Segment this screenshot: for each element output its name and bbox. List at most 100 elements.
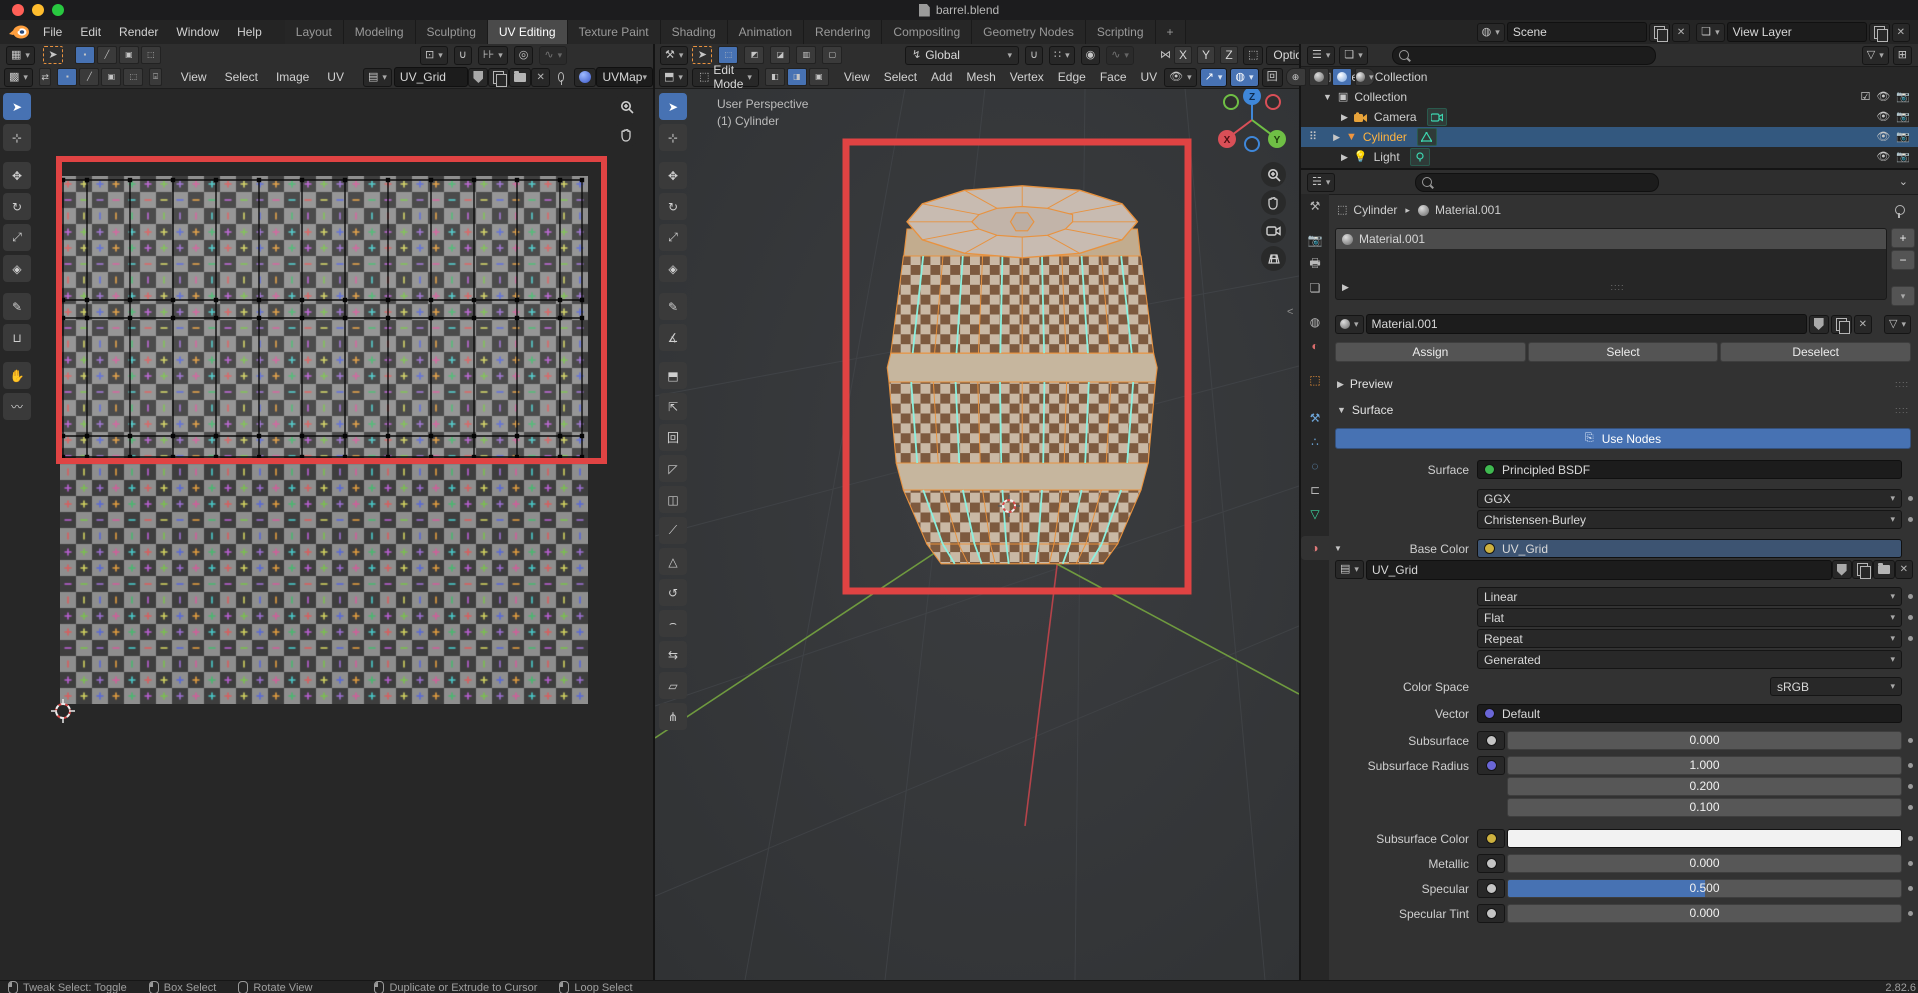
properties-tab-modifiers[interactable]: ⚒ — [1301, 406, 1329, 430]
proportional-falloff-dropdown[interactable]: ∿▾ — [1106, 46, 1134, 65]
shading-material-preview[interactable] — [1332, 68, 1352, 86]
value-slider[interactable]: 0.000 — [1507, 904, 1902, 923]
animate-dot[interactable] — [1908, 886, 1913, 891]
view3d-tool-rip[interactable]: ⋔ — [659, 703, 687, 730]
mesh-select-vertex[interactable]: ◧ — [765, 68, 785, 86]
uv-active-tool-button[interactable]: ➤ — [43, 46, 63, 64]
uv-tool-select-box[interactable]: ➤ — [3, 93, 31, 120]
select-dropdown[interactable]: Generated▾ — [1477, 650, 1902, 669]
xray-toggle[interactable]: 回 — [1262, 68, 1283, 87]
animate-dot[interactable] — [1908, 911, 1913, 916]
workspace-tab[interactable]: Compositing — [882, 20, 972, 44]
workspace-tab[interactable]: Rendering — [804, 20, 882, 44]
animate-dot[interactable] — [1908, 763, 1913, 768]
new-collection-button[interactable]: ⊞ — [1893, 46, 1912, 65]
collection-checkbox[interactable]: ☑ — [1860, 92, 1870, 103]
new-view-layer-button[interactable] — [1869, 23, 1890, 42]
assign-button[interactable]: Assign — [1335, 342, 1526, 362]
properties-tab-object[interactable]: ⬚ — [1301, 368, 1329, 392]
sidebar-collapse-arrow[interactable]: < — [1287, 306, 1293, 318]
animate-dot[interactable] — [1908, 615, 1913, 620]
disable-render-icon[interactable]: 📷 — [1896, 132, 1910, 143]
mesh-select-face[interactable]: ▣ — [809, 68, 829, 86]
snap-magnet-toggle[interactable]: ∪ — [1025, 46, 1043, 65]
view3d-tool-inset[interactable]: 回 — [659, 424, 687, 451]
properties-search-input[interactable] — [1415, 173, 1659, 192]
outliner-display-mode-dropdown[interactable]: ☰▾ — [1307, 46, 1335, 65]
socket-button[interactable] — [1477, 904, 1505, 923]
menu-item[interactable]: Render — [110, 20, 167, 44]
breadcrumb-object[interactable]: Cylinder — [1353, 203, 1397, 217]
value-field[interactable]: Principled BSDF — [1477, 460, 1902, 479]
copy-material-button[interactable] — [1831, 315, 1852, 334]
slot-list-expand[interactable]: ▶ — [1342, 283, 1349, 292]
delete-view-layer-button[interactable]: ✕ — [1892, 23, 1910, 42]
maximize-window-button[interactable] — [52, 4, 64, 16]
uvmap-icon[interactable] — [574, 68, 596, 87]
select-dropdown[interactable]: Linear▾ — [1477, 587, 1902, 606]
copy-image-button[interactable] — [1852, 560, 1873, 579]
disclosure-triangle[interactable]: ▼ — [1323, 93, 1332, 102]
properties-options-chevron[interactable]: ⌄ — [1899, 177, 1908, 188]
properties-tab-world[interactable]: ◐ — [1301, 334, 1329, 358]
viewport-menu-item[interactable]: UV — [1134, 66, 1165, 88]
mirror-z-toggle[interactable]: Z — [1220, 46, 1238, 64]
animate-dot[interactable] — [1908, 636, 1913, 641]
viewport-menu-item[interactable]: Add — [924, 66, 959, 88]
uv-zoom-button[interactable] — [614, 94, 639, 119]
unlink-material-button[interactable]: ✕ — [1854, 315, 1872, 334]
workspace-tab[interactable]: UV Editing — [488, 20, 568, 44]
select-dropdown[interactable]: GGX▾ — [1477, 489, 1902, 508]
value-slider[interactable]: 0.200 — [1507, 777, 1902, 796]
editor-divider[interactable] — [653, 44, 655, 980]
uv-2d-cursor[interactable] — [50, 698, 76, 724]
uvmap-field[interactable]: UVMap▾ — [596, 67, 653, 87]
value-slider[interactable]: 0.100 — [1507, 798, 1902, 817]
animate-dot[interactable] — [1908, 594, 1913, 599]
hide-eye-icon[interactable]: 👁 — [1876, 112, 1890, 123]
slot-specials-menu[interactable]: ▾ — [1891, 286, 1915, 306]
view3d-tool-annotate[interactable]: ✎ — [659, 293, 687, 320]
value-field[interactable]: Default — [1477, 704, 1902, 723]
socket-button[interactable] — [1477, 756, 1505, 775]
uv-tool-settings-icon[interactable]: ▦▾ — [6, 46, 35, 65]
value-slider[interactable]: 0.000 — [1507, 854, 1902, 873]
properties-tab-scene[interactable]: ◍ — [1301, 310, 1329, 334]
uv-menu-item[interactable]: Image — [267, 66, 318, 88]
view3d-tool-settings-icon[interactable]: ⚒▾ — [660, 46, 688, 65]
color-swatch[interactable] — [1507, 829, 1902, 848]
outliner-row-scene-collection[interactable]: ▣ Scene Collection — [1301, 67, 1918, 87]
mirror-x-toggle[interactable]: X — [1174, 46, 1192, 64]
pin-icon[interactable] — [558, 72, 565, 82]
uvmode-edge[interactable]: ╱ — [79, 68, 99, 86]
uv-proportional-falloff-dropdown[interactable]: ∿▾ — [539, 46, 567, 65]
outliner-search-input[interactable] — [1392, 46, 1656, 65]
select-dropdown[interactable]: sRGB▾ — [1770, 677, 1902, 696]
hide-eye-icon[interactable]: 👁 — [1876, 132, 1890, 143]
snap-target-dropdown[interactable]: ∷▾ — [1049, 46, 1075, 65]
view3d-tool-knife[interactable]: ⟋ — [659, 517, 687, 544]
disable-render-icon[interactable]: 📷 — [1896, 112, 1910, 123]
view3d-select-mode-subtract[interactable]: ◪ — [770, 46, 790, 64]
uv-select-mode-edge[interactable]: ╱ — [97, 46, 117, 64]
socket-button[interactable] — [1477, 731, 1505, 750]
unlink-image-button[interactable]: ✕ — [531, 68, 549, 87]
view-layer-name-field[interactable]: View Layer — [1727, 22, 1867, 42]
view3d-tool-bevel[interactable]: ◸ — [659, 455, 687, 482]
uv-tool-move[interactable]: ✥ — [3, 162, 31, 189]
outliner-filter-funnel-dropdown[interactable]: ▽▾ — [1862, 46, 1889, 65]
material-specials-funnel[interactable]: ▽▾ — [1884, 315, 1911, 334]
open-image-button[interactable] — [509, 68, 531, 87]
properties-tab-data[interactable]: ▽ — [1301, 502, 1329, 526]
material-slot-item[interactable]: Material.001 — [1336, 229, 1886, 249]
animate-dot[interactable] — [1908, 738, 1913, 743]
socket-button[interactable] — [1477, 854, 1505, 873]
uv-proportional-editing-toggle[interactable]: ◎ — [514, 46, 534, 65]
uv-select-mode-face[interactable]: ▣ — [119, 46, 139, 64]
uv-tool-rip-region[interactable]: ⊔ — [3, 324, 31, 351]
uvmode-vertex[interactable]: ▪ — [57, 68, 77, 86]
pin-id-icon[interactable] — [1895, 205, 1905, 215]
value-slider[interactable]: 0.000 — [1507, 731, 1902, 750]
animate-dot[interactable] — [1908, 861, 1913, 866]
viewport-menu-item[interactable]: Mesh — [959, 66, 1002, 88]
